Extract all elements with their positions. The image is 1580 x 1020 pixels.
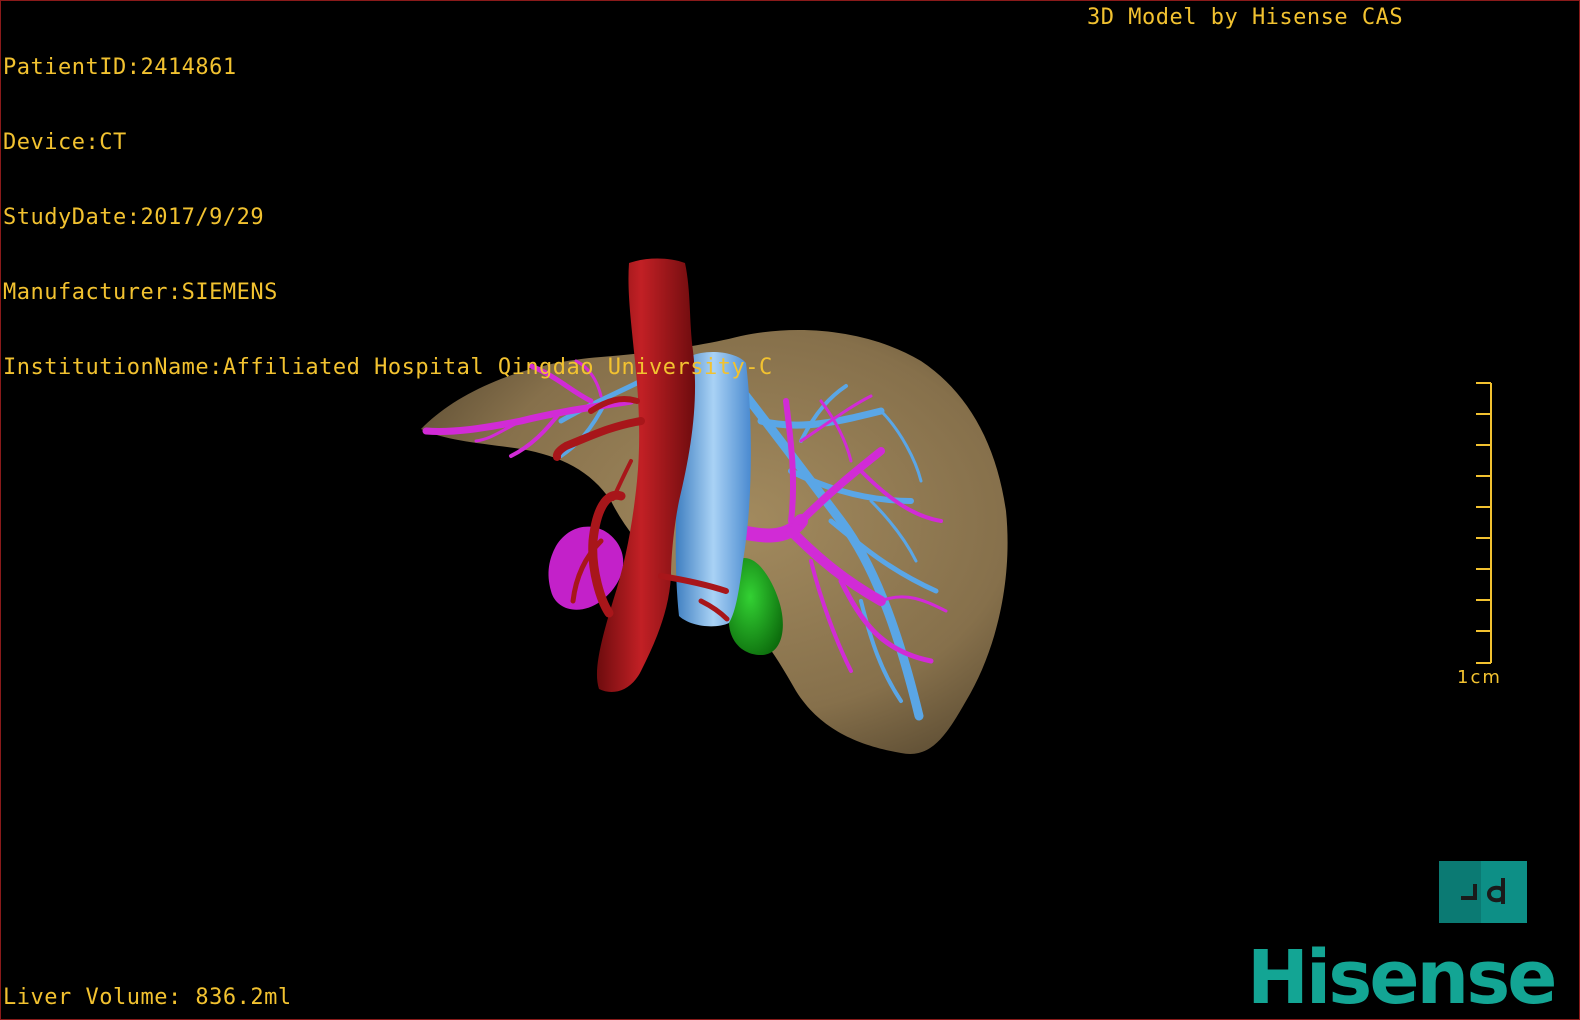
- orientation-cube-icon[interactable]: [1439, 861, 1527, 923]
- liver-volume-readout: Liver Volume: 836.2ml: [3, 985, 292, 1010]
- portal-confluence: [548, 526, 624, 610]
- model-credit: 3D Model by Hisense CAS: [1087, 5, 1404, 30]
- manufacturer: Manufacturer:SIEMENS: [3, 280, 278, 305]
- dicom-info-block: PatientID:2414861 Device:CT StudyDate:20…: [3, 5, 773, 430]
- study-date: StudyDate:2017/9/29: [3, 205, 265, 230]
- hisense-logo: Hisense: [1247, 935, 1557, 1020]
- institution-name: InstitutionName:Affiliated Hospital Qing…: [3, 355, 773, 380]
- device: Device:CT: [3, 130, 127, 155]
- scale-label: 1cm: [1457, 667, 1502, 688]
- scale-bar: [1476, 382, 1492, 664]
- patient-id: PatientID:2414861: [3, 55, 237, 80]
- orientation-glyph: [1461, 878, 1505, 904]
- 3d-model-viewport[interactable]: PatientID:2414861 Device:CT StudyDate:20…: [0, 0, 1580, 1020]
